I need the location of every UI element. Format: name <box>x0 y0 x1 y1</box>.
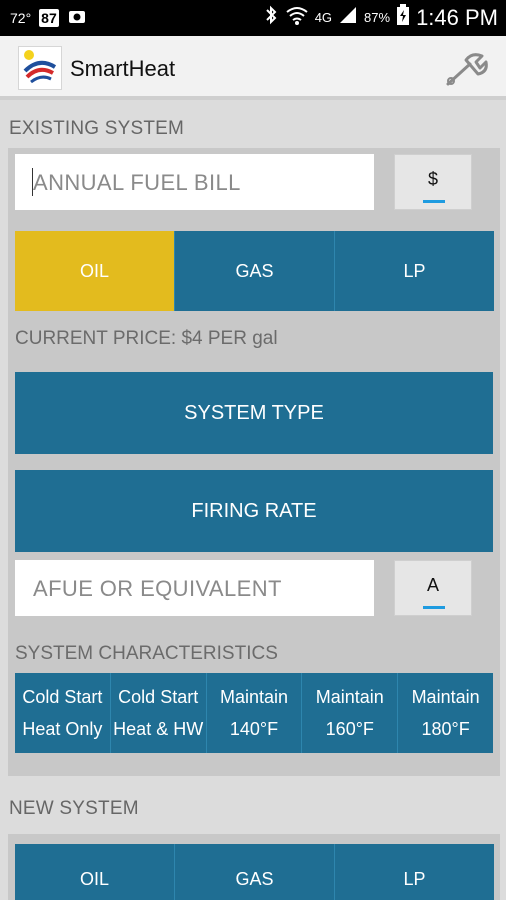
settings-wrench-icon[interactable] <box>442 50 492 90</box>
characteristic-line2: Heat Only <box>22 719 103 739</box>
fuel-option-lp[interactable]: LP <box>335 231 494 311</box>
characteristic-maintain-160[interactable]: Maintain 160°F <box>302 673 399 753</box>
clock-text: 1:46 PM <box>416 4 498 30</box>
existing-fuel-selector: OIL GAS LP <box>15 231 494 311</box>
characteristic-cold-start-heat-hw[interactable]: Cold Start Heat & HW <box>110 673 207 753</box>
signal-icon <box>338 5 358 30</box>
network-type-text: 4G <box>314 10 333 25</box>
characteristic-maintain-140[interactable]: Maintain 140°F <box>206 673 303 753</box>
characteristic-line1: Maintain <box>315 687 384 707</box>
new-fuel-selector: OIL GAS LP <box>15 844 494 900</box>
afue-unit-underline <box>423 606 445 609</box>
characteristic-maintain-180[interactable]: Maintain 180°F <box>398 673 493 753</box>
afue-placeholder: AFUE OR EQUIVALENT <box>33 576 282 601</box>
new-system-heading: NEW SYSTEM <box>9 798 139 819</box>
app-logo-icon <box>18 46 62 90</box>
characteristic-line2: 180°F <box>421 719 470 739</box>
currency-unit-label: $ <box>427 169 438 189</box>
characteristic-line1: Cold Start <box>118 687 199 707</box>
battery-icon <box>396 4 410 31</box>
characteristic-line1: Maintain <box>411 687 480 707</box>
battery-percent-text: 87% <box>364 10 391 25</box>
photo-icon <box>67 8 87 27</box>
characteristic-line1: Maintain <box>219 687 289 707</box>
currency-unit-button[interactable]: $ <box>394 154 472 210</box>
bluetooth-icon <box>263 5 279 30</box>
temperature-text: 72° <box>10 9 32 26</box>
currency-unit-underline <box>423 200 445 203</box>
afue-unit-label: A <box>426 575 439 595</box>
new-fuel-option-lp[interactable]: LP <box>335 844 494 900</box>
new-fuel-option-oil[interactable]: OIL <box>15 844 175 900</box>
characteristic-cold-start-heat-only[interactable]: Cold Start Heat Only <box>15 673 111 753</box>
app-title: SmartHeat <box>70 56 176 81</box>
new-fuel-option-gas[interactable]: GAS <box>175 844 335 900</box>
characteristic-line2: 160°F <box>325 719 374 739</box>
afue-input[interactable]: AFUE OR EQUIVALENT <box>15 560 374 616</box>
characteristic-line2: Heat & HW <box>113 719 204 739</box>
current-price-text: CURRENT PRICE: $4 PER gal <box>15 328 278 349</box>
wifi-icon <box>285 5 309 30</box>
notification-badge: 87 <box>39 8 59 27</box>
system-characteristics-heading: SYSTEM CHARACTERISTICS <box>15 643 278 664</box>
firing-rate-button[interactable]: FIRING RATE <box>15 470 493 552</box>
afue-unit-button[interactable]: A <box>394 560 472 616</box>
action-bar: SmartHeat <box>0 36 506 100</box>
characteristic-line2: 140°F <box>229 719 279 739</box>
system-type-button[interactable]: SYSTEM TYPE <box>15 372 493 454</box>
fuel-option-oil[interactable]: OIL <box>15 231 175 311</box>
characteristic-line1: Cold Start <box>22 687 103 707</box>
status-bar: 72° 87 4G 87% 1:46 PM <box>0 0 506 36</box>
annual-fuel-bill-placeholder: ANNUAL FUEL BILL <box>33 170 241 195</box>
system-characteristics-selector: Cold Start Heat Only Cold Start Heat & H… <box>15 673 493 753</box>
existing-system-heading: EXISTING SYSTEM <box>9 118 185 139</box>
fuel-option-gas[interactable]: GAS <box>175 231 335 311</box>
annual-fuel-bill-input[interactable]: ANNUAL FUEL BILL <box>15 154 374 210</box>
